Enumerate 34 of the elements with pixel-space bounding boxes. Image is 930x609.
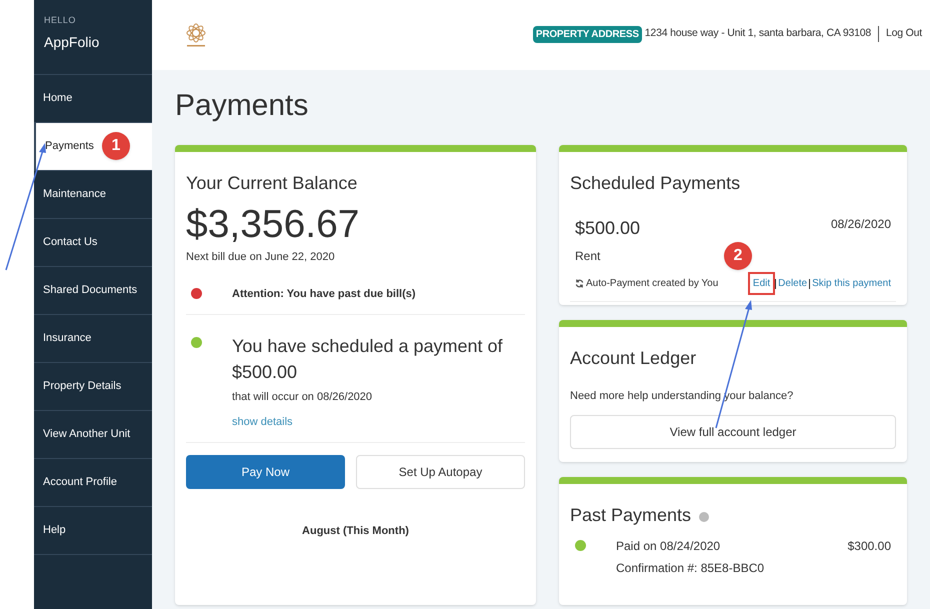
next-bill-text: Next bill due on June 22, 2020 (186, 250, 336, 265)
auto-payment-note: Auto-Payment created by You (586, 277, 718, 291)
month-label: August (This Month) (301, 524, 410, 539)
payment-date: 08/26/2020 (830, 216, 891, 233)
page-title: Payments (175, 88, 310, 124)
payment-category: Rent (575, 249, 600, 263)
alert-text: Attention: You have past due bill(s) (232, 286, 416, 302)
flower-logo-icon (185, 22, 207, 48)
payment-action-link[interactable]: Skip this payment (812, 276, 891, 291)
scheduled-date-text: that will occur on 08/26/2020 (232, 390, 374, 405)
balance-amount: $3,356.67 (186, 202, 361, 248)
info-icon (699, 512, 710, 522)
card-title: Past Payments (570, 504, 692, 527)
user-name: AppFolio (44, 32, 100, 52)
paid-date: Paid on 08/24/2020 (616, 538, 722, 555)
address-label: PROPERTY ADDRESS (532, 26, 642, 42)
scheduled-amount: $500.00 (232, 361, 298, 384)
confirmation-number: Confirmation #: 85E8-BBC0 (616, 560, 766, 577)
card-title: Account Ledger (570, 347, 698, 370)
greeting: HELLO (44, 14, 77, 27)
card-title: Your Current Balance (186, 172, 358, 195)
payment-action-link[interactable]: Edit (750, 274, 774, 293)
card-title: Scheduled Payments (570, 172, 742, 195)
payment-action-link[interactable]: Delete (778, 276, 808, 291)
refresh-icon (575, 279, 584, 288)
payment-amount: $500.00 (575, 217, 640, 240)
show-details-link[interactable]: show details (232, 414, 503, 430)
paid-amount: $300.00 (848, 538, 891, 555)
property-address: 1234 house way - Unit 1, santa barbara, CA 93108 (644, 26, 872, 42)
autopay-button[interactable]: Set Up Autopay (356, 455, 525, 489)
logout-link[interactable]: Log Out (886, 26, 922, 42)
ledger-button[interactable]: View full account ledger (570, 414, 896, 448)
pay-now-button[interactable]: Pay Now (186, 455, 345, 489)
scheduled-text: You have scheduled a payment of (232, 335, 503, 358)
